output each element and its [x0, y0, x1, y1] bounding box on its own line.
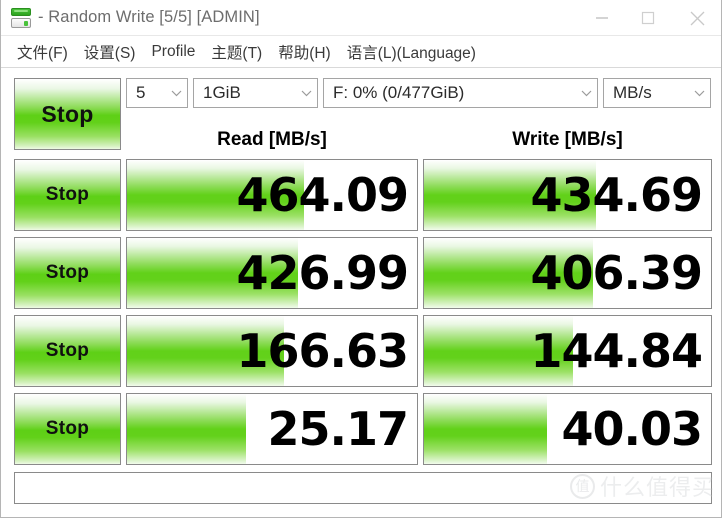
crystaldiskmark-icon: [10, 7, 32, 29]
stop-button[interactable]: Stop: [14, 315, 121, 387]
read-value: 25.17: [267, 402, 409, 456]
title-bar: - Random Write [5/5] [ADMIN]: [1, 0, 721, 36]
menu-theme[interactable]: 主题(T): [203, 38, 270, 66]
chevron-down-icon: [575, 90, 597, 97]
write-column-header: Write [MB/s]: [512, 129, 623, 150]
read-value: 464.09: [236, 168, 409, 222]
write-result-cell: 144.84: [423, 315, 712, 387]
write-progress-fill: [424, 394, 548, 464]
menu-help[interactable]: 帮助(H): [270, 38, 339, 66]
write-value: 144.84: [530, 324, 703, 378]
close-icon[interactable]: [671, 0, 721, 36]
stop-button-label: Stop: [45, 184, 90, 205]
read-result-cell: 25.17: [126, 393, 418, 465]
chevron-down-icon: [688, 90, 710, 97]
table-row: Stop 464.09 434.69: [1, 156, 721, 234]
test-count-value: 5: [136, 83, 146, 102]
write-value: 434.69: [530, 168, 703, 222]
results-grid: Stop 464.09 434.69 Stop 426.99 406.39 Stop 166.…: [1, 156, 721, 468]
stop-button[interactable]: Stop: [14, 393, 121, 465]
read-column-header: Read [MB/s]: [217, 129, 327, 150]
read-result-cell: 464.09: [126, 159, 418, 231]
table-row: Stop 25.17 40.03: [1, 390, 721, 468]
chevron-down-icon: [165, 90, 187, 97]
test-size-value: 1GiB: [203, 83, 241, 102]
unit-dropdown[interactable]: MB/s: [603, 78, 711, 108]
status-bar: [14, 472, 712, 504]
write-result-cell: 434.69: [423, 159, 712, 231]
target-drive-value: F: 0% (0/477GiB): [333, 83, 465, 102]
read-value: 166.63: [236, 324, 409, 378]
minimize-icon[interactable]: [579, 0, 625, 36]
stop-button[interactable]: Stop: [14, 159, 121, 231]
stop-button[interactable]: Stop: [14, 237, 121, 309]
menu-settings[interactable]: 设置(S): [76, 38, 144, 66]
test-size-dropdown[interactable]: 1GiB: [193, 78, 318, 108]
table-row: Stop 426.99 406.39: [1, 234, 721, 312]
read-result-cell: 166.63: [126, 315, 418, 387]
read-value: 426.99: [236, 246, 409, 300]
target-drive-dropdown[interactable]: F: 0% (0/477GiB): [323, 78, 598, 108]
read-progress-fill: [127, 394, 246, 464]
menu-language[interactable]: 语言(L)(Language): [339, 38, 484, 66]
write-result-cell: 40.03: [423, 393, 712, 465]
maximize-icon[interactable]: [625, 0, 671, 36]
window-controls: [579, 0, 721, 36]
crystaldiskmark-window: - Random Write [5/5] [ADMIN] 文件(F) 设置(S)…: [0, 0, 722, 518]
menu-profile[interactable]: Profile: [143, 40, 203, 64]
stop-button-label: Stop: [45, 418, 90, 439]
write-value: 40.03: [561, 402, 703, 456]
menu-bar: 文件(F) 设置(S) Profile 主题(T) 帮助(H) 语言(L)(La…: [1, 36, 721, 68]
all-stop-button[interactable]: Stop: [14, 78, 121, 150]
chevron-down-icon: [295, 90, 317, 97]
table-row: Stop 166.63 144.84: [1, 312, 721, 390]
write-value: 406.39: [530, 246, 703, 300]
all-stop-label: Stop: [41, 100, 94, 127]
stop-button-label: Stop: [45, 262, 90, 283]
unit-value: MB/s: [613, 83, 652, 102]
test-count-dropdown[interactable]: 5: [126, 78, 188, 108]
write-result-cell: 406.39: [423, 237, 712, 309]
menu-file[interactable]: 文件(F): [9, 38, 76, 66]
window-title: - Random Write [5/5] [ADMIN]: [38, 8, 260, 26]
read-result-cell: 426.99: [126, 237, 418, 309]
stop-button-label: Stop: [45, 340, 90, 361]
